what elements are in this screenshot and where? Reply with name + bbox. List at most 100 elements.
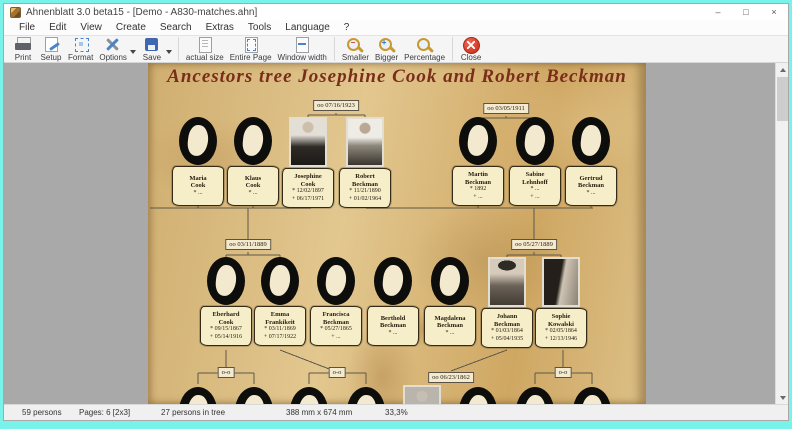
silhouette-portrait-icon [516, 117, 554, 165]
person-box: Magdalena Beckman * ... [424, 306, 476, 346]
person-death: + ... [530, 194, 539, 202]
scroll-up-button[interactable] [776, 63, 788, 76]
person-last-name: Kowalski [548, 321, 574, 329]
marriage-label: o-o [555, 367, 572, 378]
window-width-button[interactable]: Window width [275, 36, 330, 62]
person-card: Johann Beckman * 01/03/1864 + 05/04/1935 [481, 257, 533, 348]
setup-button[interactable]: Setup [37, 36, 65, 62]
vertical-scrollbar[interactable] [775, 63, 788, 404]
minimize-button[interactable]: – [704, 4, 732, 20]
person-birth: * 11/21/1890 [349, 188, 381, 196]
app-window: Ahnenblatt 3.0 beta15 - [Demo - A830-mat… [3, 3, 789, 421]
floppy-disk-icon [141, 37, 163, 53]
person-box: Emma Frankikeit * 03/11/1869 + 07/17/192… [254, 306, 306, 346]
person-last-name: Cook [191, 182, 206, 190]
zoom-bigger-button[interactable]: + Bigger [372, 36, 401, 62]
menu-language[interactable]: Language [278, 22, 337, 33]
person-birth: * ... [446, 330, 455, 338]
person-box: Klaus Cook * ... [227, 166, 279, 206]
menu-view[interactable]: View [73, 22, 109, 33]
toolbar-separator [178, 37, 179, 61]
tools-icon [102, 37, 124, 53]
photo-portrait [488, 257, 526, 307]
person-last-name: Beckman [323, 319, 349, 327]
person-box: Johann Beckman * 01/03/1864 + 05/04/1935 [481, 308, 533, 348]
actual-size-page-icon [194, 37, 216, 53]
menu-edit[interactable]: Edit [42, 22, 73, 33]
menu-help[interactable]: ? [337, 22, 357, 33]
actual-size-button[interactable]: actual size [183, 36, 227, 62]
maximize-button[interactable]: □ [732, 4, 760, 20]
print-button[interactable]: Print [9, 36, 37, 62]
person-first-name: Sophie [552, 313, 571, 321]
format-button[interactable]: Format [65, 36, 96, 62]
options-button[interactable]: Options [96, 36, 130, 62]
scroll-down-button[interactable] [776, 391, 788, 404]
person-last-name: Beckman [465, 179, 491, 187]
silhouette-portrait-icon [317, 257, 355, 305]
window-width-icon [291, 37, 313, 53]
save-dropdown-arrow[interactable] [166, 50, 172, 54]
person-birth: * 03/11/1869 [264, 326, 296, 334]
person-card: Klaus Cook * ... [227, 117, 279, 206]
printer-icon [12, 37, 34, 53]
window-controls: – □ × [704, 4, 788, 20]
menu-extras[interactable]: Extras [199, 22, 241, 33]
silhouette-portrait-icon [261, 257, 299, 305]
person-card: Martin Beckman * 1892 + ... [452, 117, 504, 206]
person-birth: * ... [531, 186, 540, 194]
app-icon [10, 7, 21, 18]
magnifier-plus-icon: + [376, 37, 398, 53]
person-death: + 07/17/1922 [264, 334, 296, 342]
person-card: Berthold Beckman * ... [367, 257, 419, 346]
silhouette-portrait-icon [459, 117, 497, 165]
menu-search[interactable]: Search [153, 22, 199, 33]
person-birth: * ... [587, 190, 596, 198]
person-last-name: Beckman [494, 321, 520, 329]
person-first-name: Maria [189, 175, 206, 183]
toolbar-separator [334, 37, 335, 61]
save-button[interactable]: Save [138, 36, 166, 62]
person-card: Magdalena Beckman * ... [424, 257, 476, 346]
person-box: Maria Cook * ... [172, 166, 224, 206]
close-window-button[interactable]: × [760, 4, 788, 20]
person-death: + 01/02/1964 [349, 196, 381, 204]
status-person-count: 59 persons [22, 408, 62, 417]
person-last-name: Frankikeit [265, 319, 295, 327]
person-card: Gertrud Beckman * ... [565, 117, 617, 206]
toolbar-separator [452, 37, 453, 61]
person-card: Francisca Beckman * 05/27/1865 + ... [310, 257, 362, 346]
person-first-name: Magdalena [434, 315, 465, 323]
person-box: Robert Beckman * 11/21/1890 + 01/02/1964 [339, 168, 391, 208]
person-death: + ... [473, 194, 482, 202]
person-first-name: Berthold [381, 315, 406, 323]
zoom-smaller-button[interactable]: − Smaller [339, 36, 372, 62]
silhouette-portrait-icon [179, 117, 217, 165]
tree-connectors [148, 63, 646, 404]
tree-page: Ancestors tree Josephine Cook and Robert… [148, 63, 646, 404]
person-card: Robert Beckman * 11/21/1890 + 01/02/1964 [339, 117, 391, 208]
menu-create[interactable]: Create [109, 22, 153, 33]
entire-page-button[interactable]: Entire Page [227, 36, 275, 62]
photo-portrait [346, 117, 384, 167]
person-birth: * 02/05/1864 [545, 328, 577, 336]
close-preview-button[interactable]: Close [457, 36, 485, 62]
person-first-name: Francisca [322, 311, 349, 319]
person-last-name: Beckman [352, 181, 378, 189]
menu-tools[interactable]: Tools [241, 22, 278, 33]
marriage-label: o-o [218, 367, 235, 378]
person-first-name: Eberhard [212, 311, 239, 319]
zoom-percentage-button[interactable]: Percentage [401, 36, 448, 62]
person-first-name: Klaus [245, 175, 261, 183]
marriage-label: oo 07/16/1923 [313, 100, 359, 111]
person-last-name: Cook [246, 182, 261, 190]
person-first-name: Josephine [294, 173, 321, 181]
options-dropdown-arrow[interactable] [130, 50, 136, 54]
scrollbar-thumb[interactable] [777, 77, 788, 121]
person-birth: * 12/02/1897 [292, 188, 324, 196]
person-box: Josephine Cook * 12/02/1897 + 06/17/1971 [282, 168, 334, 208]
menu-file[interactable]: File [12, 22, 42, 33]
person-death: + 05/04/1935 [491, 336, 523, 344]
person-last-name: Cook [301, 181, 316, 189]
entire-page-icon [240, 37, 262, 53]
